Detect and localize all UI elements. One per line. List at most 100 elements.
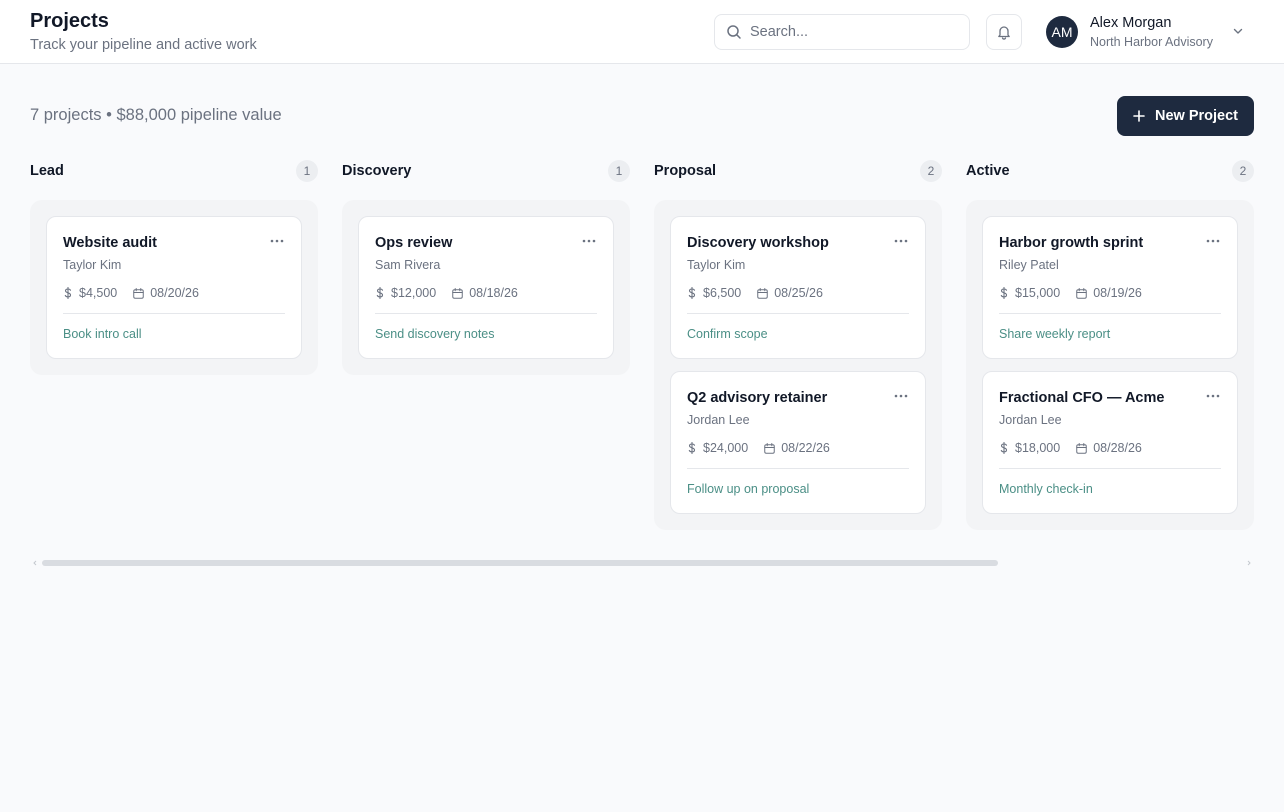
scroll-left-arrow-icon[interactable] xyxy=(30,558,40,568)
card-divider xyxy=(999,468,1221,469)
card-divider xyxy=(999,313,1221,314)
card-client: Taylor Kim xyxy=(63,258,122,272)
card-value: $6,500 xyxy=(703,286,742,300)
column-header: Active 2 xyxy=(966,160,1254,184)
column-title: Lead xyxy=(30,163,64,179)
card-meta: $12,000 08/18/26 xyxy=(375,286,534,300)
card-meta: $24,000 08/22/26 xyxy=(687,441,846,455)
column-body: Discovery workshop Taylor Kim $6,500 08/… xyxy=(654,200,942,530)
column-title: Active xyxy=(966,163,1010,179)
dollar-icon xyxy=(1000,442,1008,454)
dollar-icon xyxy=(688,442,696,454)
card-date: 08/18/26 xyxy=(469,286,518,300)
column-count-badge: 1 xyxy=(608,160,630,182)
card-value: $4,500 xyxy=(79,286,118,300)
card-client: Jordan Lee xyxy=(687,413,750,427)
card-date: 08/19/26 xyxy=(1093,286,1142,300)
card-next-step[interactable]: Confirm scope xyxy=(687,327,768,341)
column-header: Proposal 2 xyxy=(654,160,942,184)
card-meta: $6,500 08/25/26 xyxy=(687,286,839,300)
plus-icon xyxy=(1133,110,1145,122)
card-meta: $18,000 08/28/26 xyxy=(999,441,1158,455)
card-date: 08/20/26 xyxy=(150,286,199,300)
column-count-badge: 2 xyxy=(920,160,942,182)
project-card[interactable]: Ops review Sam Rivera $12,000 08/18/26 S… xyxy=(358,216,614,359)
card-divider xyxy=(687,468,909,469)
column-title: Proposal xyxy=(654,163,717,179)
card-client: Jordan Lee xyxy=(999,413,1062,427)
card-next-step[interactable]: Share weekly report xyxy=(999,327,1110,341)
card-title: Discovery workshop xyxy=(687,235,829,251)
card-value: $15,000 xyxy=(1015,286,1061,300)
column-body: Harbor growth sprint Riley Patel $15,000… xyxy=(966,200,1254,530)
card-client: Riley Patel xyxy=(999,258,1059,272)
card-divider xyxy=(687,313,909,314)
column-header: Discovery 1 xyxy=(342,160,630,184)
card-date: 08/25/26 xyxy=(774,286,823,300)
card-next-step[interactable]: Monthly check-in xyxy=(999,482,1093,496)
calendar-icon xyxy=(757,287,768,299)
card-next-step[interactable]: Book intro call xyxy=(63,327,142,341)
card-title: Ops review xyxy=(375,235,453,251)
project-card[interactable]: Discovery workshop Taylor Kim $6,500 08/… xyxy=(670,216,926,359)
more-options-icon[interactable] xyxy=(579,233,599,249)
user-menu[interactable]: AM Alex Morgan North Harbor Advisory xyxy=(1046,15,1252,51)
calendar-icon xyxy=(764,442,775,454)
card-meta: $4,500 08/20/26 xyxy=(63,286,215,300)
card-next-step[interactable]: Send discovery notes xyxy=(375,327,495,341)
card-divider xyxy=(375,313,597,314)
column-header: Lead 1 xyxy=(30,160,318,184)
search-input[interactable] xyxy=(750,24,950,40)
project-card[interactable]: Harbor growth sprint Riley Patel $15,000… xyxy=(982,216,1238,359)
card-client: Taylor Kim xyxy=(687,258,746,272)
card-date: 08/28/26 xyxy=(1093,441,1142,455)
pipeline-summary: 7 projects • $88,000 pipeline value xyxy=(30,106,282,124)
avatar: AM xyxy=(1046,16,1078,48)
user-organization: North Harbor Advisory xyxy=(1090,35,1213,49)
page-subtitle: Track your pipeline and active work xyxy=(30,37,257,53)
top-header: Projects Track your pipeline and active … xyxy=(0,0,1284,64)
dollar-icon xyxy=(376,287,384,299)
card-value: $12,000 xyxy=(391,286,437,300)
search-icon xyxy=(727,25,741,39)
card-meta: $15,000 08/19/26 xyxy=(999,286,1158,300)
calendar-icon xyxy=(133,287,144,299)
project-card[interactable]: Website audit Taylor Kim $4,500 08/20/26… xyxy=(46,216,302,359)
card-next-step[interactable]: Follow up on proposal xyxy=(687,482,809,496)
card-value: $24,000 xyxy=(703,441,749,455)
card-title: Fractional CFO — Acme xyxy=(999,390,1165,406)
column-count-badge: 1 xyxy=(296,160,318,182)
column-count-badge: 2 xyxy=(1232,160,1254,182)
user-name: Alex Morgan xyxy=(1090,15,1172,31)
card-title: Q2 advisory retainer xyxy=(687,390,828,406)
more-options-icon[interactable] xyxy=(891,388,911,404)
new-project-button[interactable]: New Project xyxy=(1117,96,1254,136)
card-divider xyxy=(63,313,285,314)
more-options-icon[interactable] xyxy=(267,233,287,249)
search-box[interactable] xyxy=(714,14,970,50)
notifications-button[interactable] xyxy=(986,14,1022,50)
calendar-icon xyxy=(1076,287,1087,299)
dollar-icon xyxy=(1000,287,1008,299)
column-body: Website audit Taylor Kim $4,500 08/20/26… xyxy=(30,200,318,375)
new-project-label: New Project xyxy=(1155,108,1238,124)
more-options-icon[interactable] xyxy=(1203,233,1223,249)
bell-icon xyxy=(998,26,1010,40)
calendar-icon xyxy=(1076,442,1087,454)
scrollbar-thumb[interactable] xyxy=(42,560,998,566)
column-title: Discovery xyxy=(342,163,412,179)
more-options-icon[interactable] xyxy=(1203,388,1223,404)
scroll-right-arrow-icon[interactable] xyxy=(1244,558,1254,568)
horizontal-scrollbar[interactable] xyxy=(30,558,1254,568)
column-body: Ops review Sam Rivera $12,000 08/18/26 S… xyxy=(342,200,630,375)
card-value: $18,000 xyxy=(1015,441,1061,455)
dollar-icon xyxy=(64,287,72,299)
card-title: Website audit xyxy=(63,235,157,251)
project-card[interactable]: Q2 advisory retainer Jordan Lee $24,000 … xyxy=(670,371,926,514)
card-title: Harbor growth sprint xyxy=(999,235,1144,251)
calendar-icon xyxy=(452,287,463,299)
chevron-down-icon xyxy=(1233,28,1243,34)
dollar-icon xyxy=(688,287,696,299)
more-options-icon[interactable] xyxy=(891,233,911,249)
project-card[interactable]: Fractional CFO — Acme Jordan Lee $18,000… xyxy=(982,371,1238,514)
